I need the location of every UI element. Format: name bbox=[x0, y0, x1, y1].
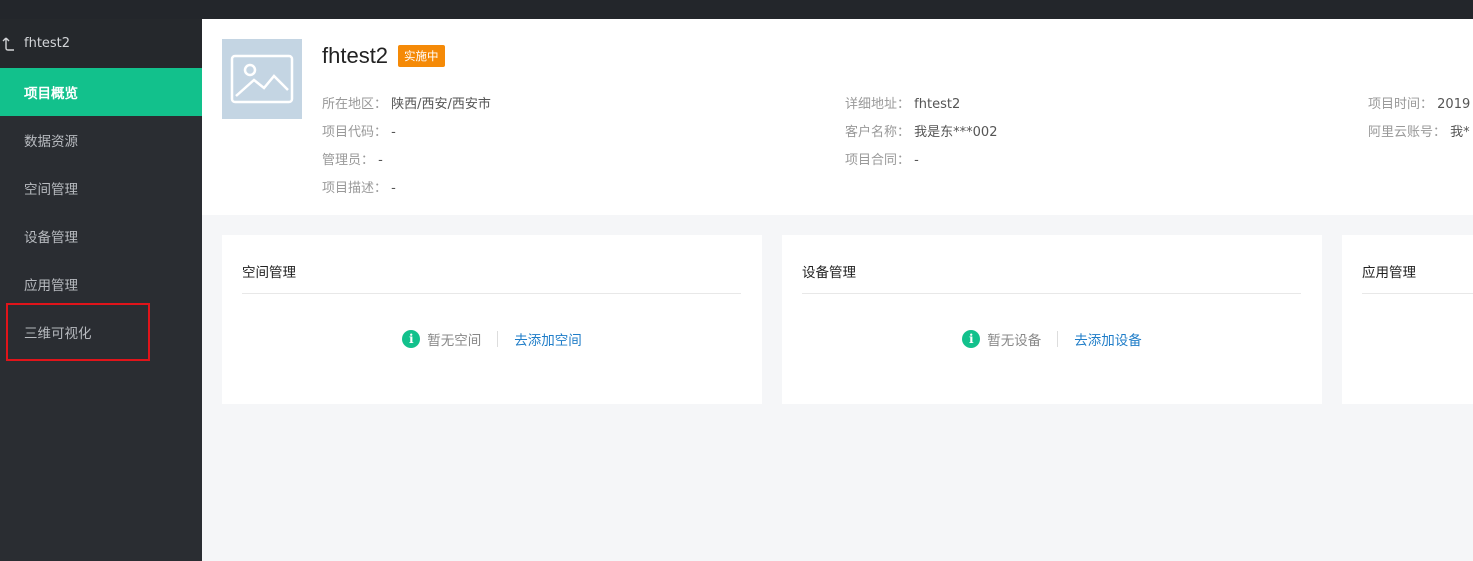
field-region: 所在地区： 陕西/西安/西安市 bbox=[322, 97, 491, 112]
project-header: fhtest2 实施中 所在地区： 陕西/西安/西安市 项目代码： - 管理员：… bbox=[202, 19, 1473, 215]
field-code: 项目代码： - bbox=[322, 125, 396, 140]
image-placeholder-icon bbox=[222, 39, 302, 119]
field-customer: 客户名称： 我是东***002 bbox=[845, 125, 998, 140]
top-bar bbox=[0, 0, 1473, 19]
app-management-card: 应用管理 bbox=[1342, 235, 1473, 404]
back-label: fhtest2 bbox=[24, 36, 71, 51]
card-title: 应用管理 bbox=[1362, 265, 1416, 281]
sidebar-item-3d-visualization[interactable]: 三维可视化 bbox=[0, 308, 202, 356]
main-content: fhtest2 实施中 所在地区： 陕西/西安/西安市 项目代码： - 管理员：… bbox=[202, 19, 1473, 561]
empty-text: 暂无空间 bbox=[427, 333, 482, 349]
divider bbox=[802, 293, 1301, 294]
sidebar-item-space-management[interactable]: 空间管理 bbox=[0, 164, 202, 212]
sidebar-item-overview[interactable]: 项目概览 bbox=[0, 68, 202, 116]
empty-text: 暂无设备 bbox=[987, 333, 1042, 349]
empty-state: i 暂无空间 去添加空间 bbox=[222, 329, 762, 349]
back-to-project[interactable]: fhtest2 bbox=[0, 19, 202, 68]
info-circle-icon: i bbox=[962, 330, 981, 348]
divider bbox=[497, 331, 499, 347]
device-management-card: 设备管理 i 暂无设备 去添加设备 bbox=[782, 235, 1322, 404]
space-management-card: 空间管理 i 暂无空间 去添加空间 bbox=[222, 235, 762, 404]
field-contract: 项目合同： - bbox=[845, 153, 919, 168]
divider bbox=[1057, 331, 1059, 347]
field-aliyun-account: 阿里云账号： 我* bbox=[1368, 125, 1470, 140]
field-time: 项目时间： 2019 bbox=[1368, 97, 1471, 112]
divider bbox=[242, 293, 741, 294]
add-device-link[interactable]: 去添加设备 bbox=[1074, 329, 1142, 349]
project-title: fhtest2 bbox=[322, 43, 389, 68]
status-badge: 实施中 bbox=[398, 45, 445, 67]
field-admin: 管理员： - bbox=[322, 153, 383, 168]
divider bbox=[1362, 293, 1473, 294]
info-circle-icon: i bbox=[402, 330, 421, 348]
card-title: 空间管理 bbox=[242, 265, 296, 281]
card-title: 设备管理 bbox=[802, 265, 856, 281]
sidebar-item-data-resources[interactable]: 数据资源 bbox=[0, 116, 202, 164]
add-space-link[interactable]: 去添加空间 bbox=[514, 329, 582, 349]
field-description: 项目描述： - bbox=[322, 181, 396, 196]
return-arrow-icon bbox=[2, 35, 20, 53]
field-address: 详细地址： fhtest2 bbox=[845, 97, 961, 112]
sidebar: fhtest2 项目概览 数据资源 空间管理 设备管理 应用管理 三维可视化 bbox=[0, 19, 202, 561]
empty-state: i 暂无设备 去添加设备 bbox=[782, 329, 1322, 349]
sidebar-item-device-management[interactable]: 设备管理 bbox=[0, 212, 202, 260]
sidebar-item-app-management[interactable]: 应用管理 bbox=[0, 260, 202, 308]
